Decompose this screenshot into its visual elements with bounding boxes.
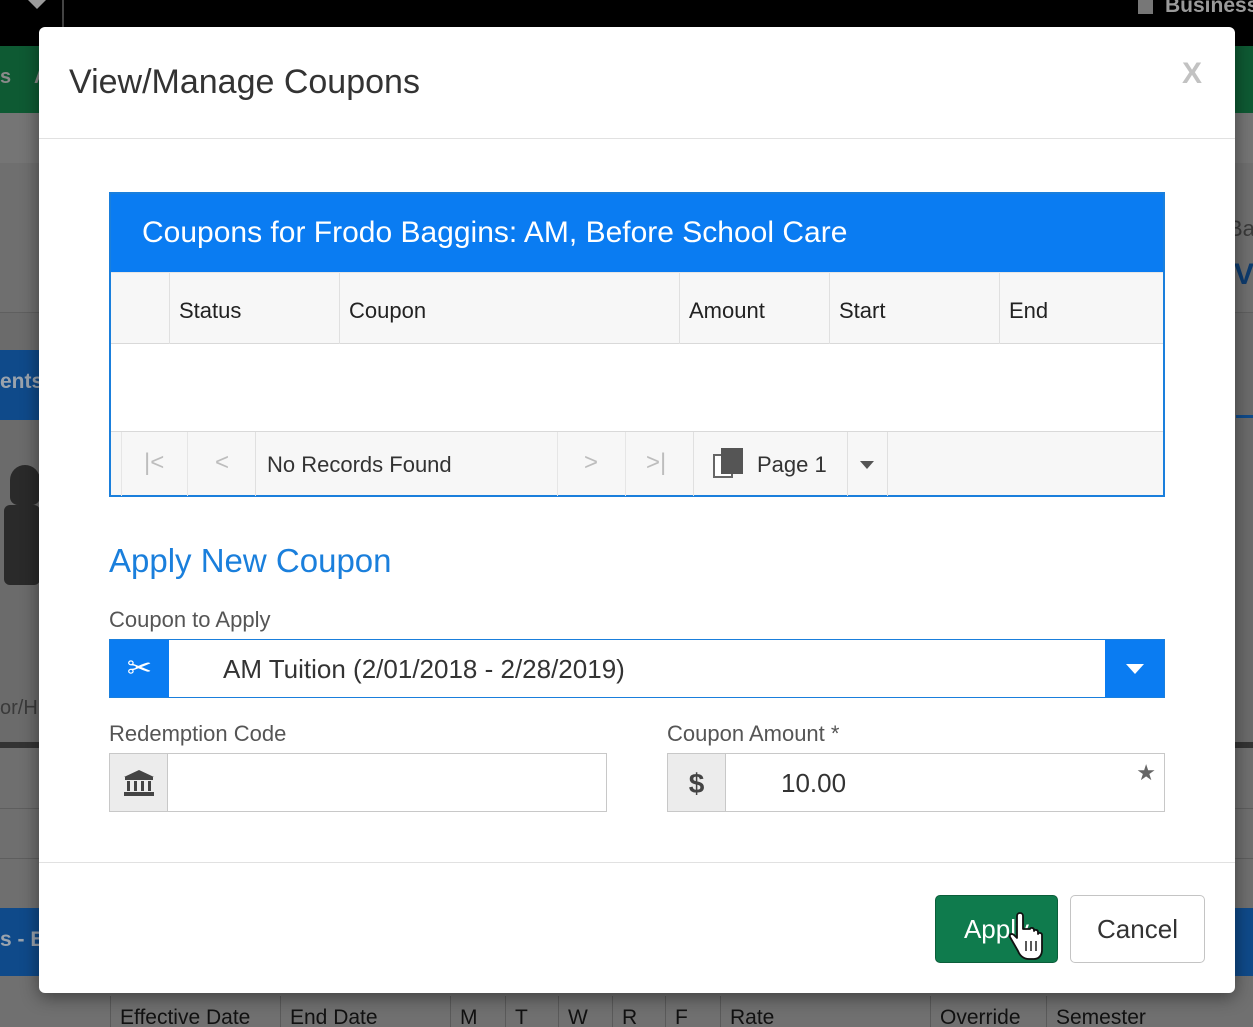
grid-header: Status Coupon Amount Start End [111,272,1163,344]
column-header: T [515,1006,528,1027]
bank-icon [110,754,168,811]
first-page-button[interactable]: |< [121,432,187,496]
modal-header: View/Manage Coupons X [39,27,1235,139]
grid-body [111,344,1163,431]
dollar-icon: $ [668,754,726,811]
right-fragment: V [1234,258,1253,291]
redemption-label: Redemption Code [109,721,287,746]
column-header: End Date [290,1006,378,1027]
column-header-status[interactable]: Status [169,273,339,344]
prev-page-button[interactable]: < [187,432,255,496]
chevron-down-icon [1126,664,1144,674]
column-header: R [622,1006,638,1027]
footer-divider [39,862,1235,863]
pager-status: No Records Found [267,452,452,477]
chevron-down-icon [28,0,46,9]
page-dropdown-icon[interactable] [860,461,874,469]
students-tab[interactable]: ents [0,350,43,420]
scissors-icon: ✂ [110,640,169,697]
coupon-label: Coupon to Apply [109,607,271,632]
building-icon [1138,0,1153,14]
coupon-select[interactable]: ✂ AM Tuition (2/01/2018 - 2/28/2019) [109,639,1165,698]
grid-pager: |< < No Records Found > >| Page 1 [111,431,1163,496]
coupon-amount-input[interactable]: 10.00 [781,768,846,799]
apply-section-title: Apply New Coupon [109,542,392,579]
column-header: M [460,1006,478,1027]
side-text: or/H [0,697,38,719]
next-page-button[interactable]: > [557,432,625,496]
grid-caption: Coupons for Frodo Baggins: AM, Before Sc… [111,194,1163,272]
last-page-button[interactable]: >| [625,432,693,496]
column-header: Semester [1056,1006,1146,1027]
divider [1236,415,1253,418]
coupon-dropdown-button[interactable] [1105,640,1164,697]
column-header-select[interactable] [111,273,169,344]
pages-icon [713,448,743,480]
star-icon: ★ [1136,760,1156,785]
hand-cursor-icon [1008,912,1043,960]
column-header: Rate [730,1006,775,1027]
close-button[interactable]: X [1182,57,1202,91]
amount-label: Coupon Amount * [667,721,840,746]
column-header-amount[interactable]: Amount [679,273,829,344]
cancel-button[interactable]: Cancel [1070,895,1205,963]
coupon-select-value: AM Tuition (2/01/2018 - 2/28/2019) [223,654,625,684]
last-page-icon: >| [646,449,667,476]
column-header: Override [940,1006,1021,1027]
grid-caption-text: Coupons for Frodo Baggins: AM, Before Sc… [142,216,848,249]
nav-fragment[interactable]: s [0,66,11,89]
column-header: Effective Date [120,1006,251,1027]
column-header-start[interactable]: Start [829,273,999,344]
page-indicator: Page 1 [757,452,827,477]
column-header: F [675,1006,688,1027]
column-header-coupon[interactable]: Coupon [339,273,679,344]
column-header: W [568,1006,588,1027]
first-page-icon: |< [144,449,165,476]
coupons-grid: Coupons for Frodo Baggins: AM, Before Sc… [109,192,1165,497]
business-menu[interactable]: Business [1138,0,1253,18]
coupons-modal: View/Manage Coupons X Coupons for Frodo … [39,27,1235,993]
coupon-amount-field[interactable]: $ 10.00 ★ [667,753,1165,812]
redemption-code-field[interactable] [109,753,607,812]
prev-page-icon: < [215,449,230,476]
modal-title: View/Manage Coupons [69,63,420,101]
next-page-icon: > [584,449,599,476]
column-header-end[interactable]: End [999,273,1163,344]
avatar [0,465,40,585]
